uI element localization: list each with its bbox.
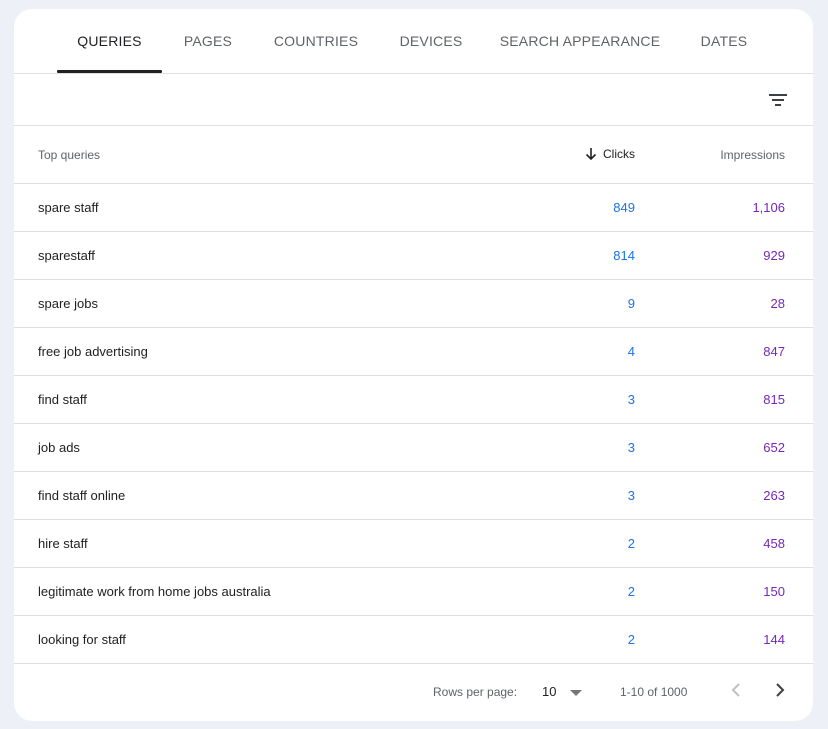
clicks-cell: 2 xyxy=(627,632,635,647)
tab-queries[interactable]: QUERIES xyxy=(57,9,162,73)
pagination: Rows per page: 10 1-10 of 1000 xyxy=(14,665,813,721)
impressions-cell: 652 xyxy=(763,440,785,455)
chevron-right-icon[interactable] xyxy=(772,681,788,699)
query-cell: find staff online xyxy=(38,488,126,503)
query-cell: free job advertising xyxy=(38,344,148,359)
tab-bar: QUERIES PAGES COUNTRIES DEVICES SEARCH A… xyxy=(14,9,813,74)
clicks-cell: 4 xyxy=(627,344,635,359)
clicks-cell: 849 xyxy=(613,200,635,215)
rows-per-page-select[interactable]: 10 xyxy=(542,684,556,699)
impressions-cell: 929 xyxy=(763,248,785,263)
tab-pages[interactable]: PAGES xyxy=(174,9,242,73)
filter-icon[interactable] xyxy=(763,86,793,114)
clicks-cell: 3 xyxy=(627,488,635,503)
clicks-cell: 2 xyxy=(627,584,635,599)
caret-down-icon[interactable] xyxy=(570,689,582,697)
table-body: spare staff 849 1,106 sparestaff 814 929… xyxy=(14,184,813,664)
header-top-queries: Top queries xyxy=(38,148,101,162)
impressions-cell: 150 xyxy=(763,584,785,599)
clicks-cell: 3 xyxy=(627,392,635,407)
table-row[interactable]: spare staff 849 1,106 xyxy=(14,184,813,232)
chevron-left-icon[interactable] xyxy=(728,681,744,699)
table-row[interactable]: legitimate work from home jobs australia… xyxy=(14,568,813,616)
header-clicks[interactable]: Clicks xyxy=(585,147,635,161)
page-range: 1-10 of 1000 xyxy=(620,685,688,699)
query-cell: find staff xyxy=(38,392,87,407)
impressions-cell: 1,106 xyxy=(752,200,785,215)
query-cell: legitimate work from home jobs australia xyxy=(38,584,271,599)
query-cell: job ads xyxy=(38,440,80,455)
tab-devices[interactable]: DEVICES xyxy=(390,9,472,73)
table-toolbar xyxy=(14,74,813,126)
query-cell: spare jobs xyxy=(38,296,98,311)
tab-dates[interactable]: DATES xyxy=(690,9,758,73)
query-cell: sparestaff xyxy=(38,248,95,263)
active-tab-indicator xyxy=(57,70,162,73)
impressions-cell: 815 xyxy=(763,392,785,407)
impressions-cell: 28 xyxy=(770,296,785,311)
clicks-cell: 2 xyxy=(627,536,635,551)
table-row[interactable]: looking for staff 2 144 xyxy=(14,616,813,664)
query-cell: hire staff xyxy=(38,536,88,551)
table-row[interactable]: sparestaff 814 929 xyxy=(14,232,813,280)
table-row[interactable]: find staff 3 815 xyxy=(14,376,813,424)
header-clicks-label: Clicks xyxy=(603,147,635,161)
tab-search-appearance[interactable]: SEARCH APPEARANCE xyxy=(494,9,666,73)
impressions-cell: 144 xyxy=(763,632,785,647)
clicks-cell: 9 xyxy=(627,296,635,311)
table-row[interactable]: free job advertising 4 847 xyxy=(14,328,813,376)
clicks-cell: 3 xyxy=(627,440,635,455)
table-row[interactable]: spare jobs 9 28 xyxy=(14,280,813,328)
table-header-row: Top queries Clicks Impressions xyxy=(14,126,813,184)
table-row[interactable]: hire staff 2 458 xyxy=(14,520,813,568)
query-cell: looking for staff xyxy=(38,632,126,647)
table-row[interactable]: job ads 3 652 xyxy=(14,424,813,472)
tab-countries[interactable]: COUNTRIES xyxy=(266,9,366,73)
table-row[interactable]: find staff online 3 263 xyxy=(14,472,813,520)
clicks-cell: 814 xyxy=(613,248,635,263)
impressions-cell: 263 xyxy=(763,488,785,503)
performance-card: QUERIES PAGES COUNTRIES DEVICES SEARCH A… xyxy=(14,9,813,721)
query-cell: spare staff xyxy=(38,200,99,215)
arrow-down-icon xyxy=(585,148,597,161)
impressions-cell: 458 xyxy=(763,536,785,551)
rows-per-page-label: Rows per page: xyxy=(433,685,518,699)
impressions-cell: 847 xyxy=(763,344,785,359)
header-impressions[interactable]: Impressions xyxy=(720,148,785,162)
